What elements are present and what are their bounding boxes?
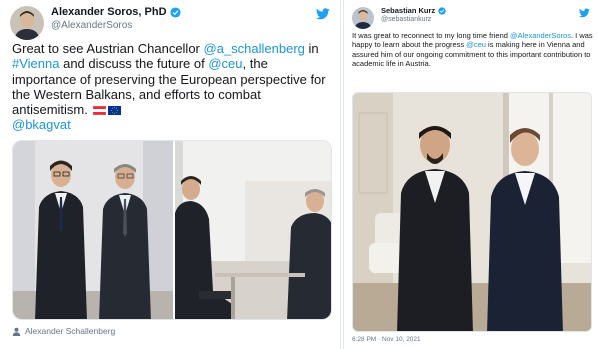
hashtag-link-vienna[interactable]: #Vienna [12,56,59,71]
tweet-timestamp[interactable]: 6:28 PM · Nov 10, 2021 [352,336,421,343]
right-tweet-card: Sebastian Kurz @sebastiankurz It was gre… [343,0,598,349]
eu-flag-icon [108,106,122,116]
twitter-bird-icon [579,8,590,18]
left-author-display-name[interactable]: Alexander Soros, PhD [51,6,181,19]
verified-badge-icon [438,6,446,15]
mention-link-ceu[interactable]: @ceu [208,56,242,71]
right-tweet-header: Sebastian Kurz @sebastiankurz [352,6,446,29]
right-tweet-text: It was great to reconnect to my long tim… [352,31,593,68]
left-tweet-media[interactable] [12,140,332,320]
mention-link-bkagvat[interactable]: @bkagvat [12,117,71,132]
left-tweet-header: Alexander Soros, PhD @AlexanderSoros [10,6,181,40]
person-tag-icon [12,327,21,336]
mention-link-a-schallenberg[interactable]: @a_schallenberg [204,41,305,56]
mention-link-alexandersoros[interactable]: @AlexanderSoros [510,31,571,40]
media-photo-1[interactable] [13,141,173,319]
media-photo-2[interactable] [175,141,331,319]
left-tweet-card: Alexander Soros, PhD @AlexanderSoros Gre… [0,0,341,349]
right-author-handle[interactable]: @sebastiankurz [381,15,446,24]
austria-flag-icon [93,106,107,116]
left-author-handle[interactable]: @AlexanderSoros [51,19,181,32]
right-tweet-media[interactable] [352,92,592,332]
media-tag-row[interactable]: Alexander Schallenberg [12,326,115,336]
left-author-avatar[interactable] [10,6,44,40]
twitter-bird-icon [316,8,330,20]
left-tweet-text: Great to see Austrian Chancellor @a_scha… [12,41,326,133]
right-author-display-name[interactable]: Sebastian Kurz [381,6,446,15]
verified-badge-icon [170,7,181,18]
media-tag-name: Alexander Schallenberg [25,326,116,336]
mention-link-ceu[interactable]: @ceu [466,40,486,49]
right-author-avatar[interactable] [352,7,374,29]
